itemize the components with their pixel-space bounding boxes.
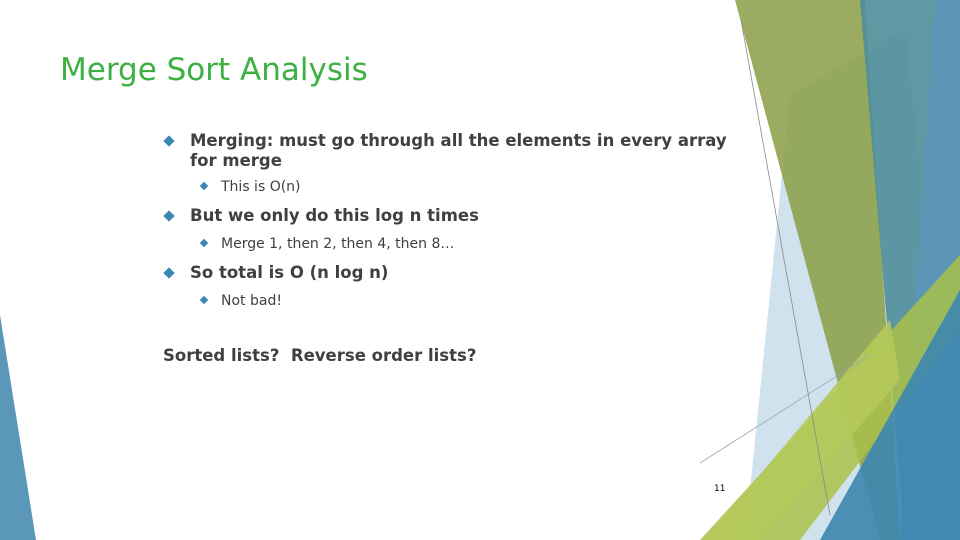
bullet-1-line-1: Merging: must go through all the element… xyxy=(190,131,727,150)
diamond-bullet-icon xyxy=(199,181,209,191)
sub-bullet-1-1: This is O(n) xyxy=(199,178,301,196)
sub-bullet-2-1: Merge 1, then 2, then 4, then 8… xyxy=(199,235,455,253)
diamond-bullet-icon xyxy=(163,267,175,279)
diamond-bullet-icon xyxy=(163,210,175,222)
sub-bullet-3-1: Not bad! xyxy=(199,292,282,310)
left-blue-shape xyxy=(0,315,36,540)
sub-bullet-text: Not bad! xyxy=(221,293,282,309)
bullet-2-text: But we only do this log n times xyxy=(190,206,479,225)
bullet-3-text: So total is O (n log n) xyxy=(190,263,389,282)
bullet-1-line-2: for merge xyxy=(190,151,282,170)
sub-bullet-text: This is O(n) xyxy=(221,179,301,195)
page-number: 11 xyxy=(714,484,726,494)
closing-question: Sorted lists? Reverse order lists? xyxy=(163,346,477,365)
slide: Merge Sort Analysis Merging: must go thr… xyxy=(0,0,960,540)
diamond-bullet-icon xyxy=(199,295,209,305)
bullet-2: But we only do this log n times xyxy=(163,206,479,226)
bullet-1: Merging: must go through all the element… xyxy=(163,131,727,171)
slide-title: Merge Sort Analysis xyxy=(60,52,368,88)
sub-bullet-text: Merge 1, then 2, then 4, then 8… xyxy=(221,236,455,252)
diamond-bullet-icon xyxy=(199,238,209,248)
diamond-bullet-icon xyxy=(163,135,175,147)
bullet-3: So total is O (n log n) xyxy=(163,263,389,283)
